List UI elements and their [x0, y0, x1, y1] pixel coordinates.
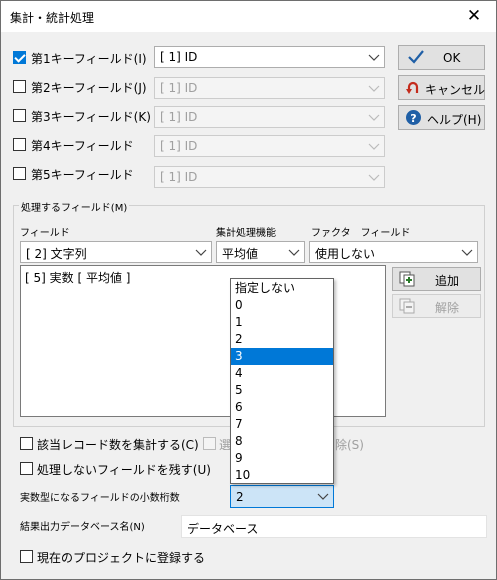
help-icon: ? — [405, 109, 422, 129]
keep-unprocessed-checkbox[interactable] — [20, 462, 33, 475]
decimals-select[interactable]: 2 — [230, 485, 334, 508]
register-project-label: 現在のプロジェクトに登録する — [37, 551, 206, 565]
key-field-5-label: 第5キーフィールド — [31, 168, 134, 182]
dropdown-option[interactable]: 5 — [231, 382, 333, 399]
factor-column-header: ファクタ フィールド — [311, 228, 411, 239]
dropdown-option[interactable]: 4 — [231, 365, 333, 382]
chevron-down-icon — [195, 247, 207, 257]
key-field-4-checkbox[interactable] — [13, 138, 26, 151]
register-project-checkbox[interactable] — [20, 550, 33, 563]
output-db-label: 結果出力データベース名(N) — [20, 522, 145, 533]
key-field-4-value: [ 1] ID — [160, 139, 198, 153]
factor-field-select[interactable]: 使用しない — [309, 241, 478, 263]
chevron-down-icon — [288, 247, 300, 257]
function-column-header: 集計処理機能 — [216, 228, 276, 239]
key-field-5-checkbox[interactable] — [13, 167, 26, 180]
svg-text:?: ? — [410, 112, 416, 125]
dropdown-option[interactable]: 0 — [231, 297, 333, 314]
chevron-down-icon — [368, 141, 380, 151]
decimals-value: 2 — [236, 490, 244, 504]
add-button[interactable]: 追加 — [392, 267, 481, 291]
key-field-1-value: [ 1] ID — [160, 50, 198, 64]
cancel-button[interactable]: キャンセル — [398, 75, 485, 100]
key-field-3-value: [ 1] ID — [160, 110, 198, 124]
process-fields-group-title: 処理するフィールド(M) — [19, 199, 130, 214]
decimals-dropdown-list[interactable]: 指定しない 0 1 2 3 4 5 6 7 8 9 10 — [230, 278, 334, 484]
key-field-1-label: 第1キーフィールド(I) — [31, 52, 147, 66]
chevron-down-icon — [461, 247, 473, 257]
chevron-down-icon — [317, 491, 329, 501]
key-field-2-label: 第2キーフィールド(J) — [31, 81, 147, 95]
key-field-3-label: 第3キーフィールド(K) — [31, 110, 151, 124]
checkmark-icon — [407, 49, 425, 68]
count-records-label: 該当レコード数を集計する(C) — [37, 438, 199, 452]
add-field-icon — [399, 271, 415, 290]
key-field-4-select: [ 1] ID — [154, 135, 385, 157]
factor-field-value: 使用しない — [315, 247, 376, 261]
select-option-label-suffix: 除(S) — [335, 438, 364, 452]
key-field-4-label: 第4キーフィールド — [31, 139, 134, 153]
remove-button-label: 解除 — [435, 301, 460, 315]
key-field-2-checkbox[interactable] — [13, 80, 26, 93]
key-field-5-value: [ 1] ID — [160, 170, 198, 184]
key-field-5-select: [ 1] ID — [154, 166, 385, 188]
dropdown-option[interactable]: 1 — [231, 314, 333, 331]
count-records-checkbox[interactable] — [20, 437, 33, 450]
output-db-input[interactable]: データベース — [181, 515, 487, 538]
chevron-down-icon — [368, 83, 380, 93]
dropdown-option[interactable]: 9 — [231, 450, 333, 467]
dropdown-option[interactable]: 10 — [231, 467, 333, 484]
dropdown-option[interactable]: 2 — [231, 331, 333, 348]
list-item[interactable]: [ 5] 実数 [ 平均値 ] — [25, 269, 130, 286]
keep-unprocessed-label: 処理しないフィールドを残す(U) — [37, 463, 211, 477]
key-field-3-checkbox[interactable] — [13, 109, 26, 122]
key-field-1-checkbox[interactable] — [13, 51, 26, 64]
dropdown-option-highlighted[interactable]: 3 — [231, 348, 333, 365]
dropdown-option[interactable]: 指定しない — [231, 280, 333, 297]
dropdown-option[interactable]: 7 — [231, 416, 333, 433]
decimals-label: 実数型になるフィールドの小数桁数 — [20, 493, 180, 504]
dropdown-option[interactable]: 6 — [231, 399, 333, 416]
close-icon[interactable]: ✕ — [454, 1, 494, 32]
add-button-label: 追加 — [435, 274, 460, 288]
field-column-header: フィールド — [20, 228, 70, 239]
ok-button[interactable]: OK — [398, 45, 485, 70]
output-db-value: データベース — [187, 522, 259, 536]
aggregate-function-select[interactable]: 平均値 — [216, 241, 305, 263]
aggregate-function-value: 平均値 — [222, 247, 259, 261]
chevron-down-icon — [368, 52, 380, 62]
help-button[interactable]: ? ヘルプ(H) — [398, 105, 485, 130]
window-title: 集計・統計処理 — [10, 11, 95, 25]
cancel-button-label: キャンセル — [425, 83, 486, 97]
remove-button: 解除 — [392, 294, 481, 318]
help-button-label: ヘルプ(H) — [427, 113, 482, 127]
key-field-1-select[interactable]: [ 1] ID — [154, 46, 385, 68]
remove-field-icon — [399, 298, 415, 317]
select-option-checkbox — [203, 437, 216, 450]
ok-button-label: OK — [443, 51, 461, 65]
dropdown-option[interactable]: 8 — [231, 433, 333, 450]
process-field-select[interactable]: [ 2] 文字列 — [20, 241, 212, 263]
dialog-window: 集計・統計処理 ✕ 第1キーフィールド(I) [ 1] ID 第2キーフィールド… — [0, 0, 497, 580]
undo-arrow-icon — [405, 80, 421, 99]
key-field-2-value: [ 1] ID — [160, 81, 198, 95]
chevron-down-icon — [368, 172, 380, 182]
process-field-value: [ 2] 文字列 — [26, 247, 87, 261]
key-field-2-select: [ 1] ID — [154, 77, 385, 99]
title-bar: 集計・統計処理 ✕ — [1, 1, 496, 32]
key-field-3-select: [ 1] ID — [154, 106, 385, 128]
chevron-down-icon — [368, 112, 380, 122]
